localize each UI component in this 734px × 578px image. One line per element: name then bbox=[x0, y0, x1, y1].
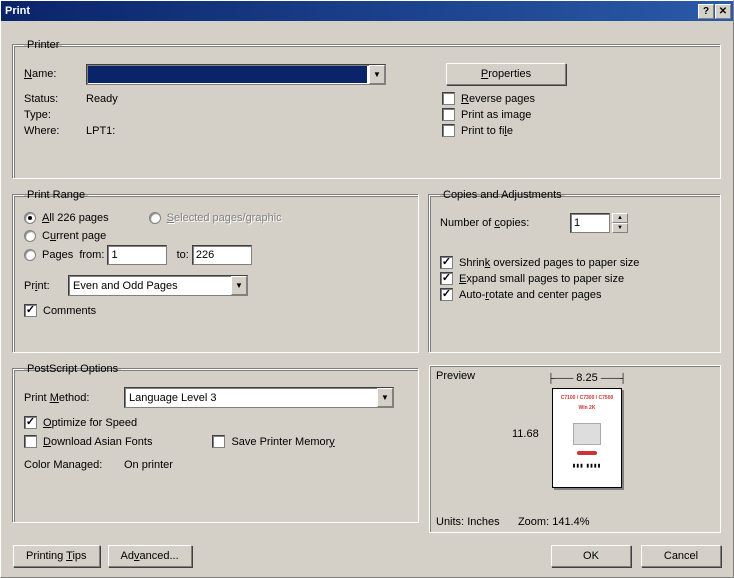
printer-group: Printer Name: ▼ Properties Status: Ready… bbox=[13, 39, 721, 179]
ok-button[interactable]: OK bbox=[551, 545, 631, 567]
color-managed-label: Color Managed: bbox=[24, 459, 124, 471]
properties-button[interactable]: Properties bbox=[446, 63, 566, 85]
selected-pages-radio: Selected pages/graphic bbox=[149, 212, 282, 224]
copies-spinner[interactable]: ▲ ▼ bbox=[570, 213, 628, 233]
spinner-up-icon[interactable]: ▲ bbox=[612, 213, 628, 223]
print-pages-value: Even and Odd Pages bbox=[69, 280, 247, 292]
preview-height-dim: 11.68 bbox=[512, 428, 539, 440]
copies-input[interactable] bbox=[570, 213, 610, 233]
status-label: Status: bbox=[24, 93, 86, 105]
copies-legend: Copies and Adjustments bbox=[440, 189, 565, 201]
print-pages-combo[interactable]: Even and Odd Pages ▼ bbox=[68, 275, 248, 296]
name-label: Name: bbox=[24, 68, 86, 80]
preview-panel: Preview ├─── 8.25 ───┤ 11.68 C7100 / C73… bbox=[429, 365, 721, 533]
print-method-combo[interactable]: Language Level 3 ▼ bbox=[124, 387, 394, 408]
comments-checkbox[interactable]: Comments bbox=[24, 304, 408, 317]
preview-page-icon: C7100 / C7300 / C7500 Win 2K ▮▮▮ ▮▮▮▮ bbox=[552, 388, 622, 488]
print-method-label: Print Method: bbox=[24, 392, 124, 404]
where-value: LPT1: bbox=[86, 125, 115, 137]
printing-tips-button[interactable]: Printing Tips bbox=[13, 545, 100, 567]
download-asian-checkbox[interactable]: Download Asian Fonts bbox=[24, 435, 152, 448]
print-dialog: Print ? ✕ Printer Name: ▼ Properties Sta… bbox=[0, 0, 734, 578]
chevron-down-icon[interactable]: ▼ bbox=[231, 276, 247, 295]
to-label: to: bbox=[177, 249, 189, 261]
printer-name-combo[interactable]: ▼ bbox=[86, 64, 386, 85]
print-as-image-checkbox[interactable]: Print as image bbox=[442, 108, 535, 121]
all-pages-radio[interactable]: All 226 pages bbox=[24, 212, 109, 224]
from-input[interactable] bbox=[107, 245, 167, 265]
pages-range-radio[interactable]: Pages from: to: bbox=[24, 245, 408, 265]
optimize-checkbox[interactable]: Optimize for Speed bbox=[24, 416, 408, 429]
print-select-label: Print: bbox=[24, 280, 68, 292]
to-input[interactable] bbox=[192, 245, 252, 265]
chevron-down-icon[interactable]: ▼ bbox=[369, 65, 385, 84]
postscript-group: PostScript Options Print Method: Languag… bbox=[13, 363, 419, 523]
save-printer-memory-checkbox[interactable]: Save Printer Memory bbox=[212, 435, 334, 448]
where-label: Where: bbox=[24, 125, 86, 137]
color-managed-value: On printer bbox=[124, 459, 173, 471]
close-button[interactable]: ✕ bbox=[715, 4, 731, 19]
expand-checkbox[interactable]: Expand small pages to paper size bbox=[440, 272, 710, 285]
print-range-group: Print Range All 226 pages Selected pages… bbox=[13, 189, 419, 353]
print-method-value: Language Level 3 bbox=[125, 392, 393, 404]
preview-footer: Units: Inches Zoom: 141.4% bbox=[436, 516, 590, 528]
chevron-down-icon[interactable]: ▼ bbox=[377, 388, 393, 407]
pages-label: Pages bbox=[42, 249, 79, 261]
advanced-button[interactable]: Advanced... bbox=[108, 545, 192, 567]
autorotate-checkbox[interactable]: Auto-rotate and center pages bbox=[440, 288, 710, 301]
window-title: Print bbox=[5, 5, 697, 17]
preview-label: Preview bbox=[436, 370, 475, 382]
help-button[interactable]: ? bbox=[698, 4, 714, 19]
printer-legend: Printer bbox=[24, 39, 62, 51]
titlebar: Print ? ✕ bbox=[1, 1, 733, 21]
preview-width-dim: ├─── 8.25 ───┤ bbox=[542, 372, 632, 384]
num-copies-label: Number of copies: bbox=[440, 217, 570, 229]
status-value: Ready bbox=[86, 93, 118, 105]
copies-group: Copies and Adjustments Number of copies:… bbox=[429, 189, 721, 353]
print-to-file-checkbox[interactable]: Print to file bbox=[442, 124, 535, 137]
cancel-button[interactable]: Cancel bbox=[641, 545, 721, 567]
spinner-down-icon[interactable]: ▼ bbox=[612, 223, 628, 233]
print-range-legend: Print Range bbox=[24, 189, 88, 201]
postscript-legend: PostScript Options bbox=[24, 363, 121, 375]
current-page-radio[interactable]: Current page bbox=[24, 230, 408, 242]
reverse-pages-checkbox[interactable]: Reverse pages bbox=[442, 92, 535, 105]
shrink-checkbox[interactable]: Shrink oversized pages to paper size bbox=[440, 256, 710, 269]
type-label: Type: bbox=[24, 109, 86, 121]
printer-name-value bbox=[88, 66, 367, 83]
from-label: from: bbox=[79, 249, 104, 261]
button-row: Printing Tips Advanced... OK Cancel bbox=[13, 545, 721, 567]
